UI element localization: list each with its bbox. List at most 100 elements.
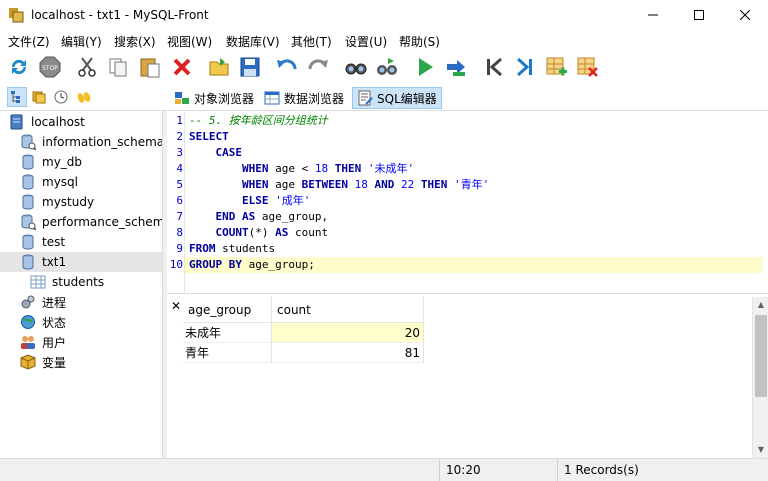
replace-icon[interactable] — [374, 54, 400, 80]
line-number: 7 — [176, 210, 183, 223]
database-icon — [20, 174, 36, 190]
tree-item-label: localhost — [31, 115, 85, 129]
status-bar: 10:20 1 Records(s) — [0, 458, 768, 481]
results-scrollbar[interactable]: ▲ ▼ — [752, 297, 768, 458]
code-line[interactable]: CASE — [189, 145, 767, 161]
tab-object-browser-label: 对象浏览器 — [194, 91, 255, 106]
code-line[interactable]: END AS age_group, — [189, 209, 767, 225]
menu-help[interactable]: 帮助(S) — [399, 33, 440, 50]
last-record-icon[interactable] — [512, 54, 538, 80]
tree-item-performance-schema[interactable]: performance_schema — [0, 212, 162, 232]
paste-icon[interactable] — [137, 54, 163, 80]
database-icon — [20, 194, 36, 210]
refresh-icon[interactable] — [6, 54, 32, 80]
cut-icon[interactable] — [74, 54, 100, 80]
tree-item-test[interactable]: test — [0, 232, 162, 252]
tree-item-students[interactable]: students — [0, 272, 162, 292]
menu-database[interactable]: 数据库(V) — [226, 33, 280, 50]
table-cell[interactable]: 未成年 — [183, 323, 272, 343]
code-line[interactable]: COUNT(*) AS count — [189, 225, 767, 241]
tab-data-browser[interactable]: 数据浏览器 — [260, 87, 348, 109]
cursor-position: 10:20 — [439, 459, 557, 481]
table-cell[interactable]: 81 — [272, 343, 424, 363]
stop-icon[interactable]: STOP — [37, 54, 63, 80]
close-results-icon[interactable]: ✕ — [169, 299, 183, 313]
find-icon[interactable] — [343, 54, 369, 80]
tree-item-status[interactable]: 状态 — [0, 312, 162, 332]
menu-bar: 文件(Z) 编辑(Y) 搜索(X) 视图(W) 数据库(V) 其他(T) 设置(… — [0, 30, 768, 50]
line-number: 5 — [176, 178, 183, 191]
tree-item-localhost[interactable]: localhost — [0, 112, 162, 132]
tree-item-users[interactable]: 用户 — [0, 332, 162, 352]
save-icon[interactable] — [237, 54, 263, 80]
code-line[interactable]: ELSE '成年' — [189, 193, 767, 209]
code-line[interactable]: SELECT — [189, 129, 767, 145]
code-line[interactable]: WHEN age < 18 THEN '未成年' — [189, 161, 767, 177]
results-panel: ✕ age_group count 未成年 20 青年 81 ▲ ▼ — [167, 297, 768, 458]
delete-record-icon[interactable] — [574, 54, 600, 80]
tree-item-txt1[interactable]: txt1 — [0, 252, 162, 272]
tree-item-my-db[interactable]: my_db — [0, 152, 162, 172]
app-logo-icon — [8, 7, 24, 23]
run-line-icon[interactable] — [443, 54, 469, 80]
tree-view-icon[interactable] — [7, 87, 27, 107]
tree-item-label: my_db — [42, 155, 83, 169]
column-header-age-group[interactable]: age_group — [183, 297, 272, 323]
table-cell[interactable]: 20 — [272, 323, 424, 343]
maximize-button[interactable] — [676, 0, 722, 30]
server-icon — [9, 114, 25, 130]
tree-item-information-schema[interactable]: information_schema — [0, 132, 162, 152]
insert-record-icon[interactable] — [543, 54, 569, 80]
line-number: 1 — [176, 114, 183, 127]
code-line[interactable]: FROM students — [189, 241, 767, 257]
variables-box-icon — [20, 354, 36, 370]
tree-item-label: mystudy — [42, 195, 95, 209]
first-record-icon[interactable] — [481, 54, 507, 80]
bookmarks-icon[interactable] — [29, 87, 49, 107]
menu-other[interactable]: 其他(T) — [291, 33, 332, 50]
svg-text:STOP: STOP — [42, 65, 58, 72]
title-bar: localhost - txt1 - MySQL-Front — [0, 0, 768, 30]
redo-icon[interactable] — [305, 54, 331, 80]
snippets-icon[interactable] — [74, 87, 94, 107]
menu-view[interactable]: 视图(W) — [167, 33, 212, 50]
open-icon[interactable] — [206, 54, 232, 80]
code-line[interactable]: -- 5. 按年龄区间分组统计 — [189, 113, 767, 129]
code-line[interactable]: WHEN age BETWEEN 18 AND 22 THEN '青年' — [189, 177, 767, 193]
undo-icon[interactable] — [274, 54, 300, 80]
tab-sql-editor[interactable]: SQL编辑器 — [352, 87, 442, 109]
minimize-button[interactable] — [630, 0, 676, 30]
tree-item-processes[interactable]: 进程 — [0, 292, 162, 312]
code-line[interactable]: GROUP BY age_group; — [185, 257, 763, 273]
tab-object-browser[interactable]: 对象浏览器 — [170, 87, 258, 109]
users-icon — [20, 334, 36, 350]
menu-search[interactable]: 搜索(X) — [114, 33, 156, 50]
menu-file[interactable]: 文件(Z) — [8, 33, 50, 50]
tree-item-label: 状态 — [42, 315, 67, 330]
run-icon[interactable] — [412, 54, 438, 80]
copy-icon[interactable] — [105, 54, 131, 80]
history-icon[interactable] — [51, 87, 71, 107]
tree-item-mystudy[interactable]: mystudy — [0, 192, 162, 212]
scroll-down-icon[interactable]: ▼ — [756, 445, 766, 455]
menu-edit[interactable]: 编辑(Y) — [61, 33, 102, 50]
tree-item-label: test — [42, 235, 66, 249]
close-button[interactable] — [722, 0, 768, 30]
database-icon — [20, 234, 36, 250]
tree-item-label: mysql — [42, 175, 78, 189]
scrollbar-thumb[interactable] — [755, 315, 767, 397]
line-number: 2 — [176, 130, 183, 143]
sql-editor[interactable]: 1 2 3 4 5 6 7 8 9 10 -- 5. 按年龄区间分组统计 SELE… — [167, 111, 768, 293]
processes-icon — [20, 294, 36, 310]
scroll-up-icon[interactable]: ▲ — [756, 300, 766, 310]
table-cell[interactable]: 青年 — [183, 343, 272, 363]
delete-icon[interactable] — [169, 54, 195, 80]
tree-item-variables[interactable]: 变量 — [0, 352, 162, 372]
database-icon — [20, 154, 36, 170]
tree-item-mysql[interactable]: mysql — [0, 172, 162, 192]
database-icon — [20, 254, 36, 270]
menu-settings[interactable]: 设置(U) — [345, 33, 387, 50]
tab-sql-editor-label: SQL编辑器 — [377, 91, 437, 106]
column-header-count[interactable]: count — [272, 297, 424, 323]
tree-item-label: txt1 — [42, 255, 67, 269]
